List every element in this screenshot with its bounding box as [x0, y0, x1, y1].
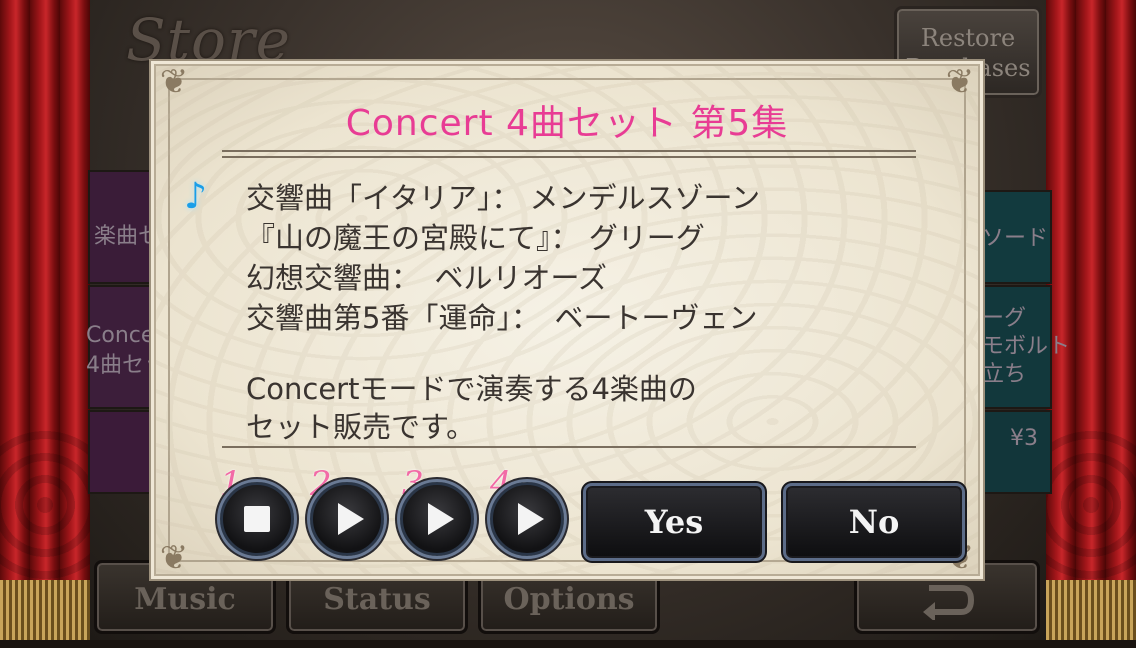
play-icon: [338, 503, 364, 535]
title-divider: [222, 150, 916, 158]
preview-1-stop-button[interactable]: [220, 482, 294, 556]
store-item-card[interactable]: ーグ モボルト 立ち: [978, 285, 1070, 409]
set-description: Concertモードで演奏する4楽曲の セット販売です。: [246, 370, 697, 446]
song-item: 交響曲「イタリア」： メンデルスゾーン: [246, 181, 761, 215]
store-item-label: ーグ モボルト 立ち: [982, 306, 1071, 387]
song-item: 交響曲第5番「運命」： ベートーヴェン: [246, 301, 758, 335]
song-item: 『山の魔王の宮殿にて』： グリーグ: [246, 221, 705, 255]
stop-icon: [244, 506, 270, 532]
store-item-label: ソード: [982, 226, 1049, 251]
description-line: セット販売です。: [246, 410, 476, 444]
return-arrow-icon: [923, 585, 975, 622]
preview-2-play-button[interactable]: [310, 482, 384, 556]
song-item: 幻想交響曲： ベルリオーズ: [246, 261, 608, 295]
corner-ornament-icon: ❦: [159, 538, 189, 578]
store-item-price: ¥3: [1010, 426, 1038, 451]
curtain-fringe: [0, 580, 90, 640]
preview-3-play-button[interactable]: [400, 482, 474, 556]
description-line: Concertモードで演奏する4楽曲の: [246, 372, 697, 406]
play-icon: [428, 503, 454, 535]
curtain-fringe: [1046, 580, 1136, 640]
dialog-title: Concert 4曲セット 第5集: [345, 103, 789, 144]
no-button[interactable]: No: [786, 486, 962, 558]
store-item-label: 楽曲セ: [94, 224, 161, 249]
purchase-dialog: ❦ ❦ ❦ ❦ Concert 4曲セット 第5集 ♪ 交響曲「イタリア」： メ…: [154, 62, 980, 578]
preview-4-play-button[interactable]: [490, 482, 564, 556]
song-list: 交響曲「イタリア」： メンデルスゾーン 『山の魔王の宮殿にて』： グリーグ 幻想…: [246, 178, 760, 338]
store-item-card[interactable]: ¥3: [978, 410, 1052, 494]
curtain-pattern: [0, 430, 90, 580]
store-item-card[interactable]: ソード: [978, 190, 1052, 284]
left-curtain: [0, 0, 90, 640]
music-note-icon: ♪: [184, 176, 207, 217]
play-icon: [518, 503, 544, 535]
yes-button[interactable]: Yes: [586, 486, 762, 558]
bottom-divider: [222, 446, 916, 448]
curtain-pattern: [1046, 430, 1136, 580]
